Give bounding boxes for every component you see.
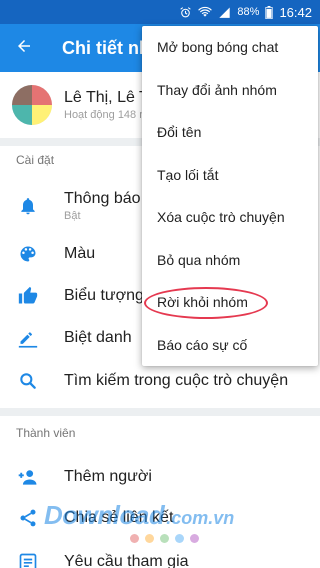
add-person-row[interactable]: Thêm người	[0, 457, 320, 497]
page-title: Chi tiết nh	[62, 37, 150, 58]
status-bar: 88% 16:42	[0, 0, 320, 24]
menu-item-create-shortcut[interactable]: Tạo lối tắt	[142, 154, 318, 197]
menu-item-ignore-group[interactable]: Bỏ qua nhóm	[142, 239, 318, 282]
thumbs-up-icon	[0, 286, 56, 306]
search-icon	[0, 371, 56, 391]
overflow-menu: Mở bong bóng chat Thay đổi ảnh nhóm Đổi …	[142, 26, 318, 366]
settings-section-header: Cài đặt	[16, 153, 55, 167]
emoji-label: Biểu tượng	[64, 287, 144, 304]
watermark-domain: .com.vn	[166, 508, 235, 528]
menu-item-change-group-photo[interactable]: Thay đổi ảnh nhóm	[142, 69, 318, 112]
add-person-icon	[0, 467, 56, 487]
notifications-label: Thông báo	[64, 190, 141, 207]
group-name: Lê Thị, Lê T	[64, 89, 149, 106]
battery-icon	[265, 5, 274, 19]
menu-item-delete-conversation[interactable]: Xóa cuộc trò chuyện	[142, 196, 318, 239]
watermark-text: Download	[44, 500, 165, 530]
group-avatar	[12, 85, 52, 125]
requests-icon	[0, 552, 56, 568]
palette-icon	[0, 244, 56, 264]
notifications-status: Bật	[64, 210, 81, 222]
bell-icon	[0, 196, 56, 216]
menu-item-rename[interactable]: Đổi tên	[142, 111, 318, 154]
watermark-dots	[130, 534, 199, 543]
menu-item-open-chat-head[interactable]: Mở bong bóng chat	[142, 26, 318, 69]
menu-item-report-problem[interactable]: Báo cáo sự cố	[142, 324, 318, 367]
search-conversation-label: Tìm kiếm trong cuộc trò chuyện	[64, 372, 289, 389]
menu-item-leave-group[interactable]: Rời khỏi nhóm	[142, 281, 318, 324]
back-button[interactable]	[0, 24, 48, 72]
add-person-label: Thêm người	[64, 468, 152, 485]
download-watermark: Download .com.vn	[44, 500, 235, 543]
clock: 16:42	[279, 4, 312, 20]
join-requests-label: Yêu cầu tham gia	[64, 553, 189, 568]
group-status: Hoạt động 148 n	[64, 109, 146, 121]
wifi-icon	[198, 6, 213, 18]
battery-percent: 88%	[237, 6, 260, 18]
nickname-label: Biệt danh	[64, 329, 132, 346]
highlight-circle	[144, 287, 268, 319]
alarm-icon	[179, 6, 192, 19]
signal-icon	[218, 6, 231, 18]
search-conversation-row[interactable]: Tìm kiếm trong cuộc trò chuyện	[0, 361, 320, 401]
divider	[0, 408, 320, 416]
join-requests-row[interactable]: Yêu cầu tham gia	[0, 542, 320, 568]
color-label: Màu	[64, 245, 96, 262]
members-section-header: Thành viên	[16, 426, 76, 440]
arrow-back-icon	[15, 37, 33, 60]
pencil-icon	[0, 327, 56, 349]
